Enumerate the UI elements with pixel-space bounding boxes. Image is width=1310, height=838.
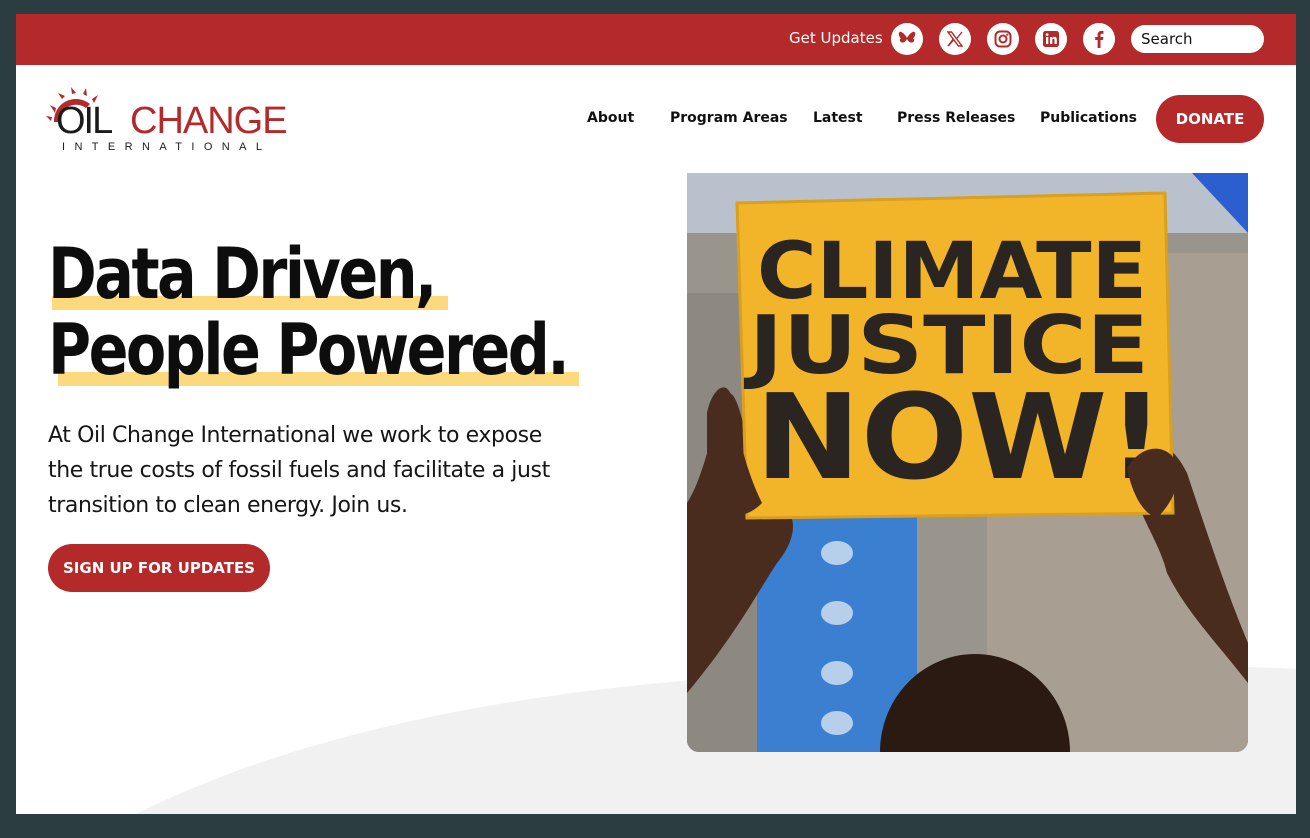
hero-intro-text: At Oil Change International we work to e… — [48, 423, 550, 518]
nav-latest[interactable]: Latest — [813, 110, 863, 126]
hero-photo: CLIMATE JUSTICE NOW! — [687, 173, 1248, 752]
page: Get Updates Search OIL CHANGE INTERNATIO… — [16, 14, 1296, 814]
utility-bar: Get Updates — [16, 14, 1296, 65]
nav-press-releases[interactable]: Press Releases — [897, 110, 1015, 126]
facebook-icon[interactable] — [1083, 23, 1115, 55]
get-updates-link[interactable]: Get Updates — [789, 29, 883, 47]
search-input[interactable] — [1131, 25, 1264, 53]
instagram-icon[interactable] — [987, 23, 1019, 55]
sign-line-3: NOW! — [755, 368, 1165, 506]
x-icon[interactable] — [939, 23, 971, 55]
headline-line-1: Data Driven, — [48, 233, 437, 315]
bluesky-icon[interactable] — [891, 23, 923, 55]
nav-about[interactable]: About — [587, 110, 634, 126]
nav-publications[interactable]: Publications — [1040, 110, 1137, 126]
linkedin-icon[interactable] — [1035, 23, 1067, 55]
donate-button[interactable]: DONATE — [1156, 95, 1264, 143]
logo-oil-text: OIL — [56, 100, 113, 142]
logo-international-text: INTERNATIONAL — [62, 141, 272, 153]
logo[interactable]: OIL CHANGE INTERNATIONAL — [46, 84, 301, 156]
sign-up-button[interactable]: SIGN UP FOR UPDATES — [48, 544, 270, 592]
logo-change-text: CHANGE — [130, 100, 288, 142]
headline-line-2: People Powered. — [48, 309, 570, 391]
nav-program-areas[interactable]: Program Areas — [670, 110, 788, 126]
